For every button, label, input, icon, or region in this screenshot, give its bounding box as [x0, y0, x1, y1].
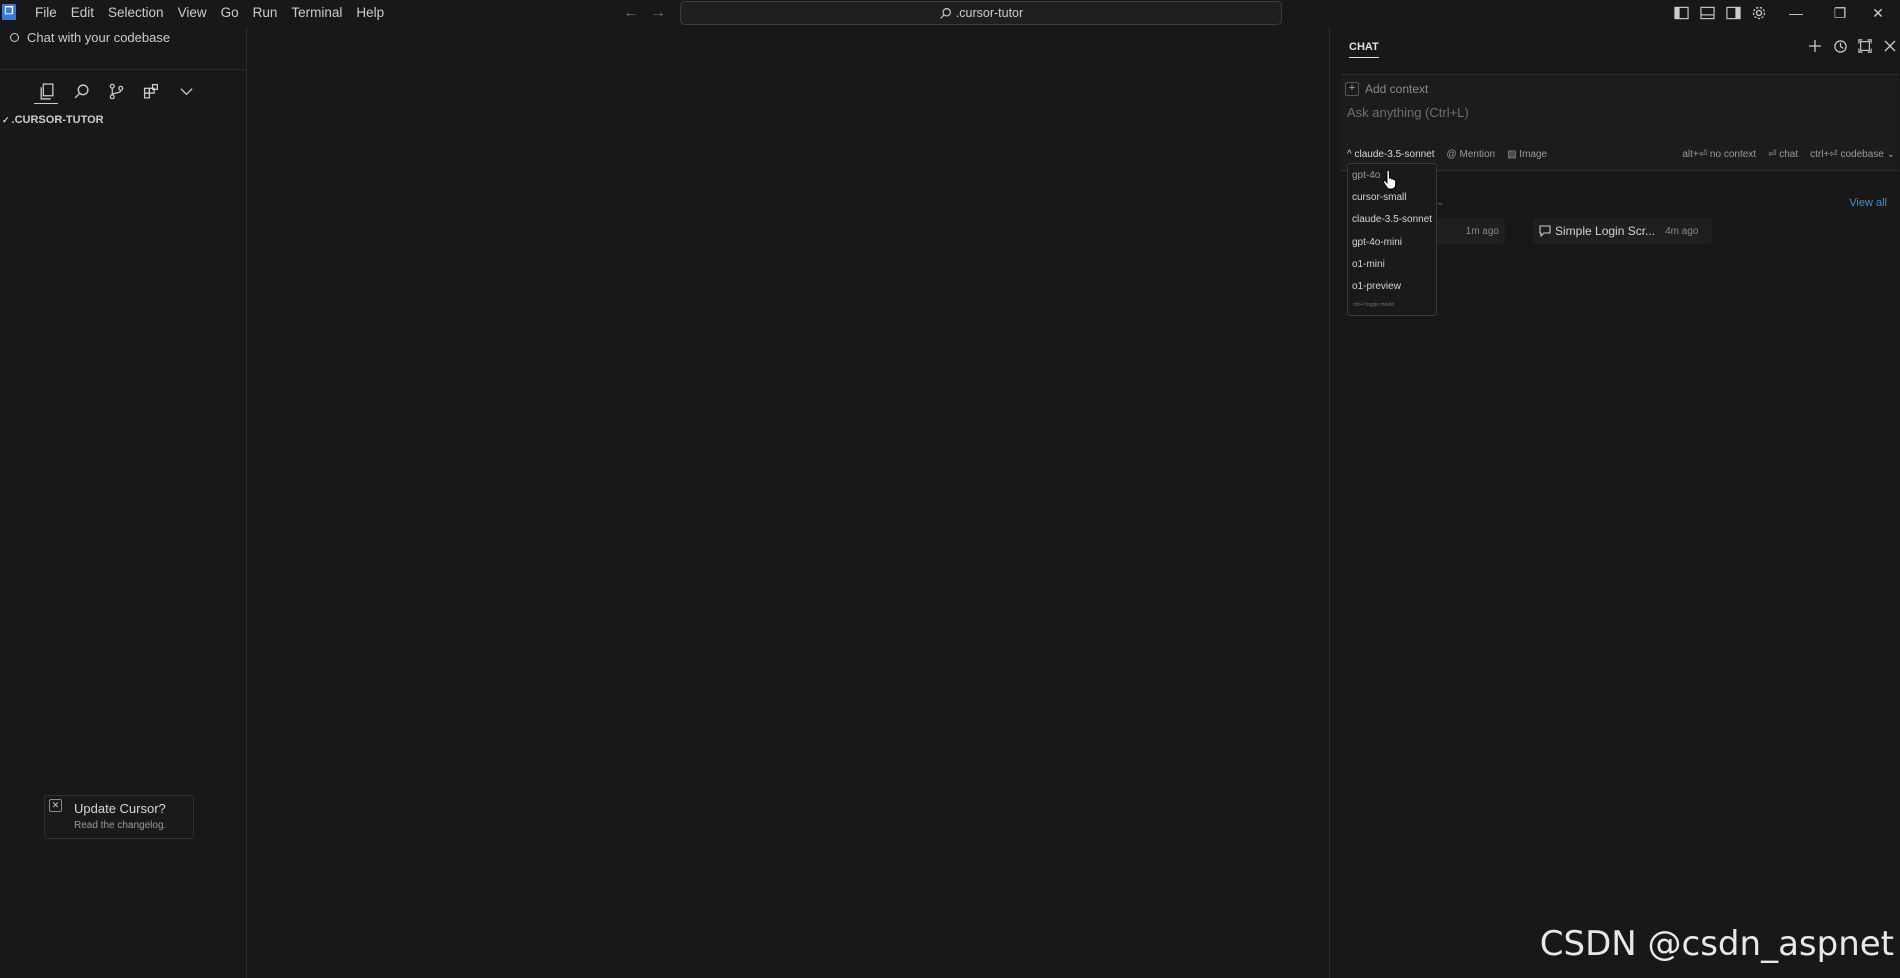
explorer-folder-title[interactable]: ✓ .CURSOR-TUTOR	[2, 114, 104, 126]
toggle-panel-icon[interactable]	[1698, 4, 1716, 22]
chat-bubble-icon	[1539, 225, 1551, 237]
plus-icon: +	[1345, 82, 1359, 96]
image-button[interactable]: ▨ Image	[1507, 149, 1547, 160]
chat-with-codebase-hint[interactable]: Chat with your codebase	[10, 30, 170, 45]
circle-icon	[10, 33, 19, 42]
new-chat-plus-icon[interactable]	[1806, 37, 1824, 55]
title-bar: ❒ File Edit Selection View Go Run Termin…	[0, 0, 1900, 28]
model-option-gpt-4o[interactable]: gpt-4o	[1352, 170, 1380, 181]
mention-button[interactable]: @ Mention	[1447, 149, 1496, 160]
notification-subtitle[interactable]: Read the changelog.	[74, 820, 166, 831]
codebase-label: ctrl+⏎ codebase	[1810, 149, 1884, 160]
chat-hint-label: Chat with your codebase	[27, 30, 171, 45]
recent-chat-item[interactable]: Simple Login Scr... 4m ago	[1533, 218, 1712, 244]
model-selected-label: claude-3.5-sonnet	[1354, 149, 1435, 160]
close-icon[interactable]	[1881, 37, 1899, 55]
chat-input-placeholder[interactable]: Ask anything (Ctrl+L)	[1347, 105, 1469, 120]
add-context-button[interactable]: + Add context	[1345, 82, 1428, 96]
recent-chat-item[interactable]: 1m ago	[1436, 218, 1505, 244]
menu-bar: File Edit Selection View Go Run Terminal…	[28, 0, 391, 26]
app-logo-icon: ❒	[2, 4, 16, 20]
activity-bar	[34, 79, 198, 104]
menu-go[interactable]: Go	[214, 0, 246, 26]
folder-name: .CURSOR-TUTOR	[11, 114, 104, 126]
model-option-cursor-small[interactable]: cursor-small	[1352, 192, 1406, 203]
menu-file[interactable]: File	[28, 0, 64, 26]
codebase-button[interactable]: ctrl+⏎ codebase ⌄	[1810, 149, 1895, 160]
menu-selection[interactable]: Selection	[101, 0, 171, 26]
recent-chat-time: 1m ago	[1465, 225, 1499, 237]
extensions-icon[interactable]	[139, 79, 163, 103]
chat-submit-button[interactable]: ⏎ chat	[1768, 149, 1798, 160]
recent-chat-title: Simple Login Scr...	[1555, 224, 1656, 238]
chat-toolbar	[1806, 37, 1899, 55]
model-option-o1-preview[interactable]: o1-preview	[1352, 281, 1401, 292]
settings-gear-icon[interactable]	[1750, 4, 1768, 22]
chat-input-toolbar: ^ claude-3.5-sonnet @ Mention ▨ Image al…	[1347, 149, 1895, 160]
minimize-button[interactable]: —	[1774, 0, 1818, 26]
history-icon[interactable]	[1831, 37, 1849, 55]
search-icon[interactable]	[69, 79, 93, 103]
chevron-down-icon[interactable]: ⌄	[1436, 197, 1444, 208]
chat-input-box[interactable]: + Add context Ask anything (Ctrl+L) ^ cl…	[1341, 74, 1899, 171]
command-center-search[interactable]: .cursor-tutor	[680, 1, 1282, 25]
notification-title: Update Cursor?	[74, 801, 166, 816]
view-all-link[interactable]: View all	[1849, 197, 1887, 209]
menu-run[interactable]: Run	[246, 0, 285, 26]
back-arrow-icon[interactable]: ←	[621, 3, 641, 23]
divider	[0, 69, 246, 70]
model-option-claude-3-5-sonnet[interactable]: claude-3.5-sonnet	[1352, 214, 1432, 225]
dropdown-shortcut-hint: ctrl+/ toggle model	[1353, 302, 1394, 308]
add-context-label: Add context	[1365, 82, 1429, 96]
model-selector[interactable]: ^ claude-3.5-sonnet	[1347, 149, 1435, 160]
watermark: CSDN @csdn_aspnet	[1539, 924, 1894, 964]
image-label: Image	[1519, 149, 1548, 160]
model-option-o1-mini[interactable]: o1-mini	[1352, 259, 1385, 270]
chevron-down-icon: ✓	[2, 114, 10, 125]
recent-chat-time: 4m ago	[1665, 225, 1699, 237]
close-window-button[interactable]: ✕	[1856, 0, 1900, 26]
menu-view[interactable]: View	[171, 0, 214, 26]
maximize-icon[interactable]	[1856, 37, 1874, 55]
menu-help[interactable]: Help	[349, 0, 391, 26]
editor-area	[247, 27, 1329, 978]
hand-pointer-icon	[1383, 170, 1397, 190]
explorer-files-icon[interactable]	[34, 79, 58, 104]
close-icon[interactable]: ✕	[49, 799, 62, 812]
no-context-button[interactable]: alt+⏎ no context	[1682, 149, 1756, 160]
menu-terminal[interactable]: Terminal	[284, 0, 349, 26]
command-center-label: .cursor-tutor	[955, 6, 1024, 20]
toggle-primary-sidebar-icon[interactable]	[1672, 4, 1690, 22]
toggle-secondary-sidebar-icon[interactable]	[1724, 4, 1742, 22]
search-icon	[940, 7, 951, 19]
model-option-gpt-4o-mini[interactable]: gpt-4o-mini	[1352, 237, 1402, 248]
chevron-down-icon[interactable]	[174, 79, 198, 103]
forward-arrow-icon[interactable]: →	[648, 3, 668, 23]
update-notification[interactable]: ✕ Update Cursor? Read the changelog.	[44, 795, 194, 839]
menu-edit[interactable]: Edit	[64, 0, 101, 26]
mention-label: Mention	[1459, 149, 1496, 160]
source-control-icon[interactable]	[104, 79, 128, 103]
tab-chat[interactable]: CHAT	[1349, 41, 1379, 58]
